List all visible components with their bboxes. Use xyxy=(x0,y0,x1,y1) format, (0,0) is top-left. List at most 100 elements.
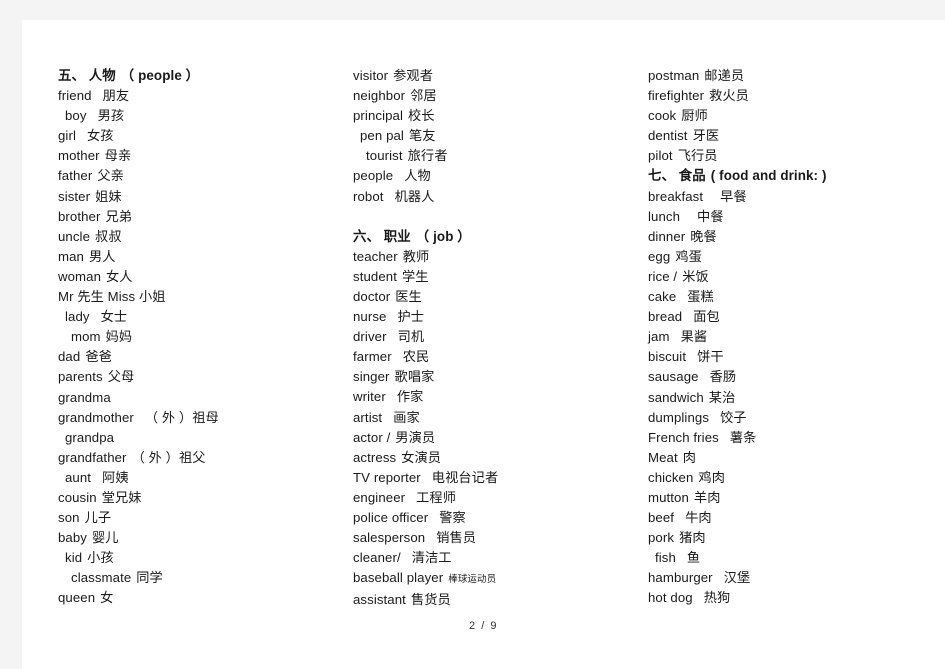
vocabulary-term-en: teacher xyxy=(353,248,398,264)
vocabulary-term-en: sister xyxy=(58,188,91,204)
vocabulary-term-en: mom xyxy=(71,329,101,345)
vocabulary-term-en: son xyxy=(58,510,80,526)
vocabulary-term-cn: 警察 xyxy=(439,509,466,525)
vocabulary-entry: pork 猪肉 xyxy=(648,528,938,548)
vocabulary-entry: kid 小孩 xyxy=(58,548,348,568)
vocabulary-term-en: friend xyxy=(58,88,92,104)
vocabulary-entry: dinner 晚餐 xyxy=(648,227,938,247)
section-heading-title: 五、 人物 xyxy=(58,68,116,83)
vocabulary-term-cn: 小孩 xyxy=(87,550,114,566)
vocabulary-term-cn: 婴儿 xyxy=(92,530,119,546)
vocabulary-term-en: Meat xyxy=(648,449,678,465)
vocabulary-term-cn: 父亲 xyxy=(97,168,124,184)
vocabulary-entry: grandpa xyxy=(58,428,348,448)
vocabulary-term-cn: 猪肉 xyxy=(679,530,706,546)
vocabulary-entry: farmer 农民 xyxy=(353,347,643,367)
vocabulary-term-cn: 阿姨 xyxy=(102,469,129,485)
vocabulary-term-cn: 飞行员 xyxy=(677,148,718,164)
vocabulary-term-cn: 鱼 xyxy=(686,550,701,566)
vocabulary-term-en: driver xyxy=(353,329,387,345)
vocabulary-term-cn: 爸爸 xyxy=(85,349,112,365)
vocabulary-term-cn: 牛肉 xyxy=(685,510,712,526)
vocabulary-term-cn: 歌唱家 xyxy=(394,369,435,385)
vocabulary-entry: son 儿子 xyxy=(58,508,348,528)
vocabulary-term-cn: 机器人 xyxy=(394,188,435,204)
vocabulary-term-cn: 人物 xyxy=(404,168,431,184)
vocabulary-term-en: dinner xyxy=(648,228,686,244)
vocabulary-entry: visitor 参观者 xyxy=(353,66,643,86)
vocabulary-term-cn: （ 外 ）祖母 xyxy=(144,409,219,425)
vocabulary-term-cn: 女人 xyxy=(106,268,133,284)
vocabulary-term-cn: 薯条 xyxy=(729,429,757,445)
vocabulary-term-cn: 女演员 xyxy=(401,449,442,465)
vocabulary-term-en: sandwich xyxy=(648,389,704,405)
vocabulary-entry: cousin 堂兄妹 xyxy=(58,488,348,508)
section-heading: 五、 人物 （ people ） xyxy=(58,66,348,86)
vocabulary-entry: people 人物 xyxy=(353,166,643,186)
vocabulary-term-en: cook xyxy=(648,108,677,124)
page-number: 2 / 9 xyxy=(469,620,498,632)
vocabulary-entry: actor / 男演员 xyxy=(353,428,643,448)
vocabulary-term-cn: 父母 xyxy=(107,369,135,385)
vocabulary-entry: singer 歌唱家 xyxy=(353,367,643,387)
vocabulary-term-cn: 女 xyxy=(100,590,114,606)
vocabulary-entry: driver 司机 xyxy=(353,327,643,347)
vocabulary-term-en: girl xyxy=(58,128,76,144)
vocabulary-term-cn: 护士 xyxy=(397,309,425,325)
vocabulary-term-cn: 儿子 xyxy=(84,510,112,526)
vocabulary-entry: actress 女演员 xyxy=(353,448,643,468)
vocabulary-column-1: 五、 人物 （ people ） friend 朋友 boy 男孩 girl 女孩 mother… xyxy=(58,66,348,609)
vocabulary-entry: father 父亲 xyxy=(58,166,348,186)
vocabulary-term-cn: 妈妈 xyxy=(105,329,133,345)
vocabulary-entry: cake 蛋糕 xyxy=(648,287,938,307)
vocabulary-entry: brother 兄弟 xyxy=(58,207,348,227)
vocabulary-term-en: father xyxy=(58,168,93,184)
vocabulary-term-cn: 笔友 xyxy=(408,128,436,144)
vocabulary-term-en: dumplings xyxy=(648,409,710,425)
vocabulary-entry: hamburger 汉堡 xyxy=(648,568,938,588)
vocabulary-entry: grandma xyxy=(58,388,348,408)
vocabulary-term-en: cake xyxy=(648,289,677,305)
section-heading: 七、 食品( food and drink: ) xyxy=(648,166,938,186)
vocabulary-entry: Mr 先生 Miss 小姐 xyxy=(58,287,348,307)
vocabulary-term-en: salesperson xyxy=(353,530,426,546)
vocabulary-term-en: sausage xyxy=(648,369,699,385)
vocabulary-entry: cook 厨师 xyxy=(648,106,938,126)
vocabulary-entry: parents 父母 xyxy=(58,367,348,387)
vocabulary-term-en: mother xyxy=(58,148,100,164)
vocabulary-term-en: grandfather xyxy=(58,449,127,465)
vocabulary-term-en: egg xyxy=(648,248,671,264)
vocabulary-entry: student 学生 xyxy=(353,267,643,287)
vocabulary-term-en: biscuit xyxy=(648,349,687,365)
vocabulary-term-en: farmer xyxy=(353,349,392,365)
vocabulary-term-en: jam xyxy=(648,329,670,345)
vocabulary-column-3: postman 邮递员 firefighter 救火员 cook 厨师 dentist 牙医 p… xyxy=(648,66,938,609)
vocabulary-term-cn: 早餐 xyxy=(720,188,747,204)
vocabulary-entry: teacher 教师 xyxy=(353,247,643,267)
vocabulary-term-en: visitor xyxy=(353,68,389,83)
vocabulary-entry: sister 姐妹 xyxy=(58,187,348,207)
vocabulary-entry: rice / 米饭 xyxy=(648,267,938,287)
vocabulary-term-en: dentist xyxy=(648,128,688,144)
vocabulary-term-cn: 清洁工 xyxy=(411,550,452,566)
vocabulary-term-en: cousin xyxy=(58,489,97,505)
vocabulary-term-cn: 销售员 xyxy=(436,530,477,546)
vocabulary-term-en: pork xyxy=(648,530,675,546)
vocabulary-term-cn: 邻居 xyxy=(410,88,437,104)
vocabulary-entry: classmate 同学 xyxy=(58,568,348,588)
vocabulary-term-cn: 堂兄妹 xyxy=(101,489,142,505)
vocabulary-entry: breakfast 早餐 xyxy=(648,187,938,207)
vocabulary-column-2: visitor 参观者 neighbor 邻居 principal 校长 pen pal 笔友… xyxy=(353,66,643,610)
vocabulary-entry: doctor 医生 xyxy=(353,287,643,307)
vocabulary-entry: sandwich 某治 xyxy=(648,388,938,408)
vocabulary-term-cn: 羊肉 xyxy=(693,489,721,505)
vocabulary-columns: 五、 人物 （ people ） friend 朋友 boy 男孩 girl 女孩 mother… xyxy=(22,20,945,620)
vocabulary-term-cn: 男演员 xyxy=(395,429,436,445)
vocabulary-term-cn: 救火员 xyxy=(709,88,749,104)
section-heading-title: 六、 职业 xyxy=(353,228,411,244)
vocabulary-entry: French fries 薯条 xyxy=(648,428,938,448)
section-heading-subtitle: ( food and drink: ) xyxy=(710,168,827,184)
vocabulary-term-cn: 牙医 xyxy=(692,128,720,144)
vocabulary-entry: postman 邮递员 xyxy=(648,66,938,86)
vocabulary-entry: nurse 护士 xyxy=(353,307,643,327)
